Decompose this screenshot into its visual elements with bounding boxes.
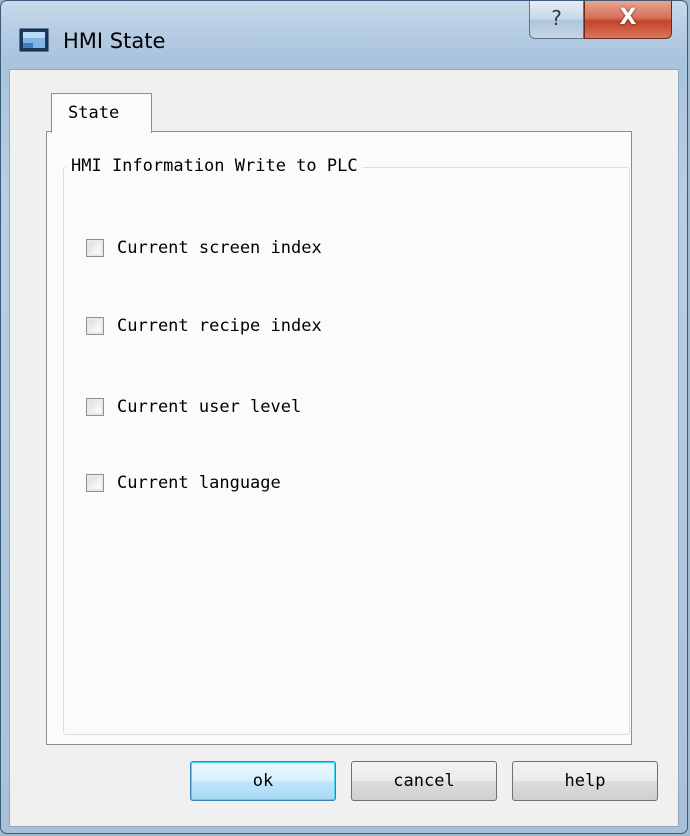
option-current-recipe-index[interactable]: Current recipe index xyxy=(86,314,322,338)
help-button[interactable]: help xyxy=(512,761,658,801)
state-tab-panel: HMI Information Write to PLC Current scr… xyxy=(46,131,632,745)
ok-button[interactable]: ok xyxy=(190,761,336,801)
groupbox-title: HMI Information Write to PLC xyxy=(66,155,363,177)
window-title: HMI State xyxy=(63,29,166,53)
checkbox-label: Current recipe index xyxy=(117,316,322,336)
title-bar[interactable]: HMI State ? X xyxy=(1,1,687,71)
checkbox-current-language[interactable] xyxy=(86,474,104,492)
close-caption-button[interactable]: X xyxy=(584,1,672,39)
help-caption-button[interactable]: ? xyxy=(529,1,584,39)
option-current-language[interactable]: Current language xyxy=(86,471,281,495)
tab-state-label: State xyxy=(68,103,120,123)
option-current-screen-index[interactable]: Current screen index xyxy=(86,236,322,260)
hmi-information-groupbox: HMI Information Write to PLC Current scr… xyxy=(63,155,630,735)
checkbox-label: Current language xyxy=(117,473,281,493)
option-current-user-level[interactable]: Current user level xyxy=(86,395,301,419)
hmi-window-icon xyxy=(19,28,49,52)
checkbox-current-screen-index[interactable] xyxy=(86,239,104,257)
checkbox-label: Current screen index xyxy=(117,238,322,258)
hmi-state-dialog: HMI State ? X State HMI Information Writ… xyxy=(0,0,688,834)
question-mark-icon: ? xyxy=(551,6,562,30)
tab-state[interactable]: State xyxy=(51,93,152,133)
dialog-client-area: State HMI Information Write to PLC Curre… xyxy=(9,69,679,827)
checkbox-current-user-level[interactable] xyxy=(86,398,104,416)
checkbox-current-recipe-index[interactable] xyxy=(86,317,104,335)
cancel-button[interactable]: cancel xyxy=(351,761,497,801)
checkbox-label: Current user level xyxy=(117,397,302,417)
close-x-icon: X xyxy=(619,5,637,30)
